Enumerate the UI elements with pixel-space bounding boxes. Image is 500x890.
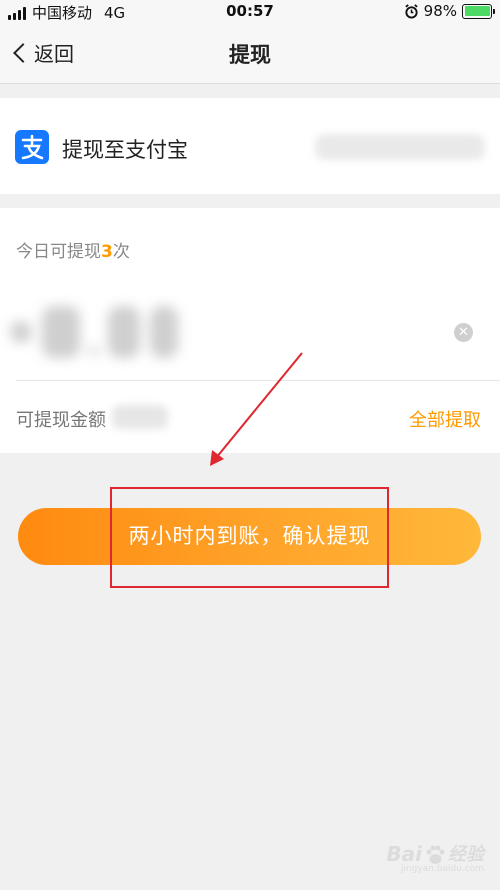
available-amount-label: 可提现金额 <box>16 410 106 431</box>
page-title: 提现 <box>229 43 271 67</box>
amount-input-redacted[interactable] <box>10 302 185 362</box>
paw-icon <box>426 845 445 864</box>
status-bar: 中国移动 4G 00:57 98% <box>0 0 500 24</box>
baidu-watermark: Bai 经验 jingyan.baidu.com <box>386 840 484 874</box>
limit-prefix: 今日可提现 <box>16 242 101 262</box>
account-info-redacted <box>315 134 485 160</box>
divider <box>16 380 500 381</box>
battery-percent: 98% <box>423 2 457 20</box>
status-right: 98% <box>404 2 495 20</box>
alarm-icon <box>404 3 418 19</box>
available-amount-redacted <box>112 405 168 429</box>
withdraw-all-link[interactable]: 全部提取 <box>409 406 481 432</box>
destination-label: 提现至支付宝 <box>62 138 188 162</box>
withdraw-limit-text: 今日可提现3次 <box>16 237 130 262</box>
watermark-text-2: 经验 <box>448 844 484 865</box>
confirm-withdraw-button[interactable]: 两小时内到账，确认提现 <box>18 508 481 565</box>
watermark-text: Bai <box>386 842 422 866</box>
clear-amount-icon[interactable]: ✕ <box>454 323 473 342</box>
alipay-icon <box>15 130 49 164</box>
limit-suffix: 次 <box>112 242 130 262</box>
limit-count: 3 <box>101 242 113 262</box>
watermark-url: jingyan.baidu.com <box>400 864 484 874</box>
battery-charging-icon <box>462 3 495 19</box>
navigation-bar: 返回 提现 <box>0 24 500 84</box>
